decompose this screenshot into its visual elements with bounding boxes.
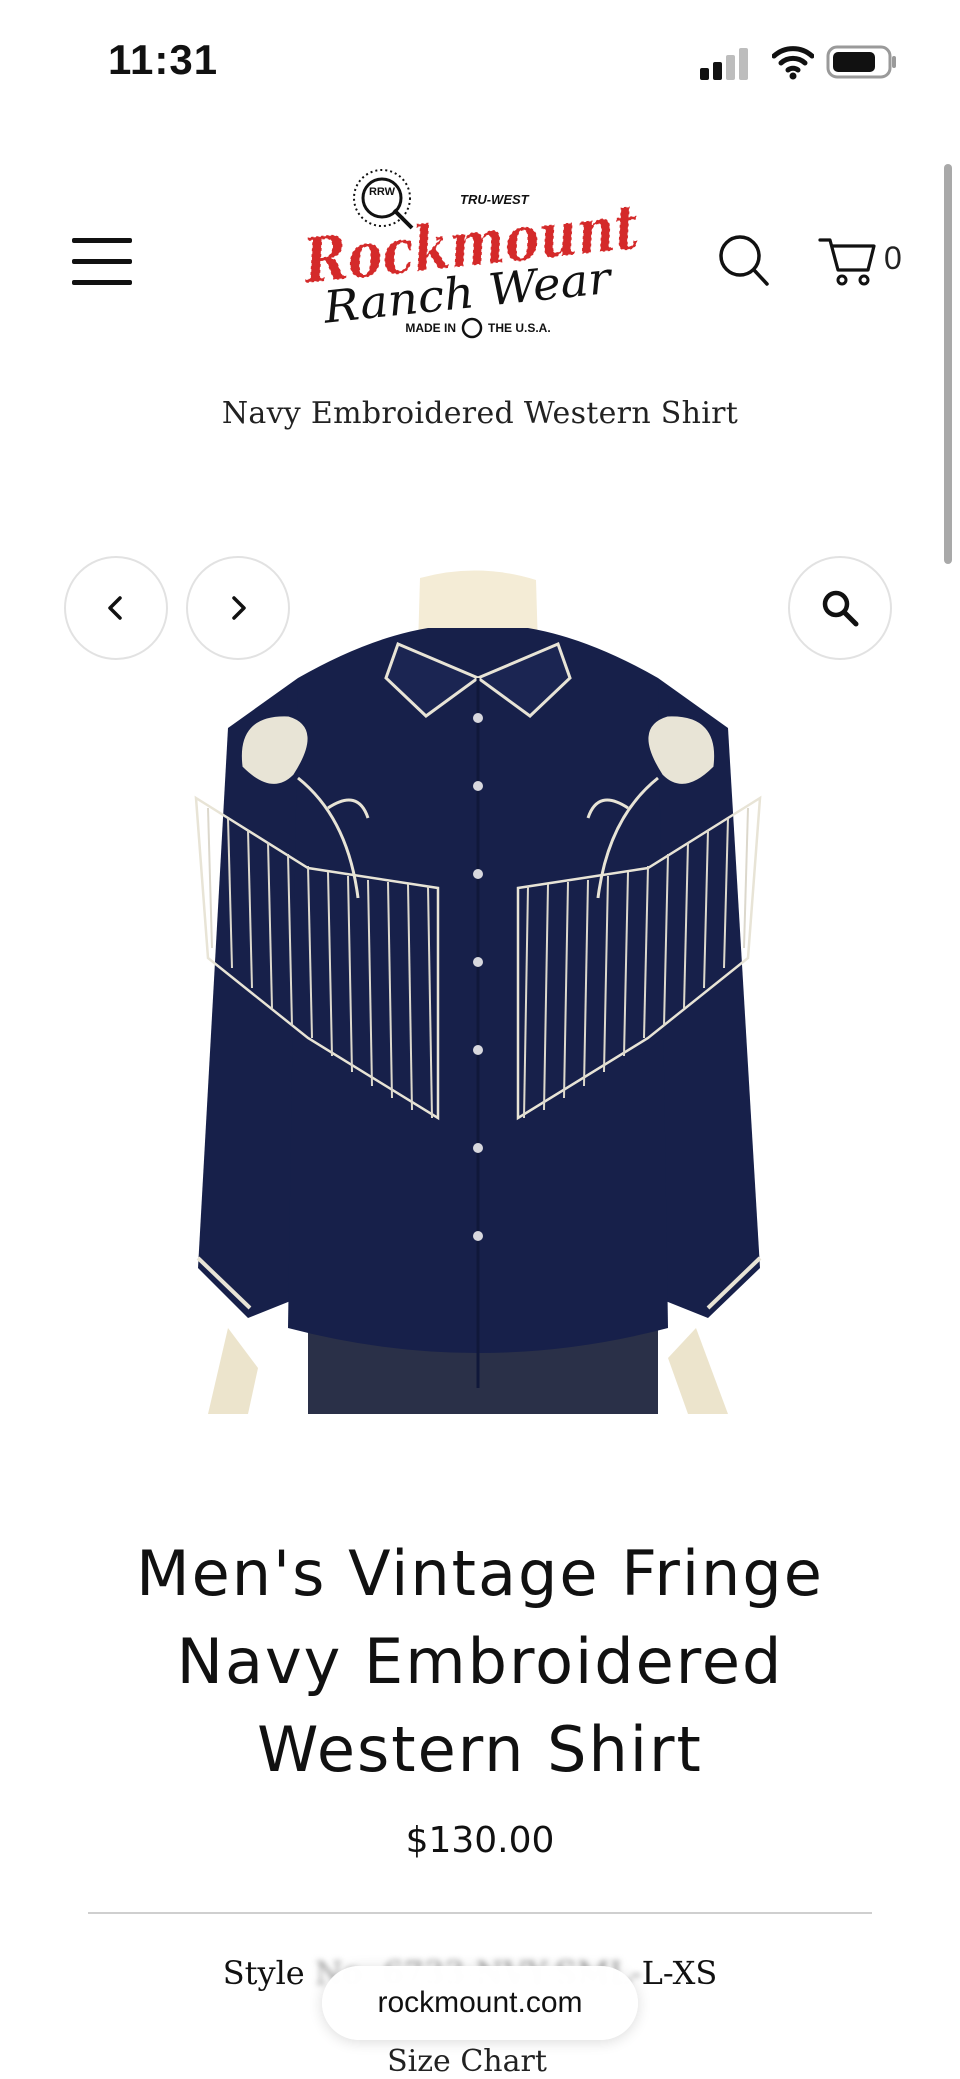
logo-spur xyxy=(461,317,483,339)
browser-url: rockmount.com xyxy=(377,1986,583,2019)
product-title-line: Navy Embroidered xyxy=(176,1625,784,1698)
product-title-line: Men's Vintage Fringe xyxy=(136,1537,824,1610)
product-price: $130.00 xyxy=(405,1820,555,1861)
style-label: Style xyxy=(222,1954,305,1992)
product-image[interactable] xyxy=(188,568,768,1414)
style-number-suffix: L-XS xyxy=(641,1954,718,1992)
cart-icon[interactable] xyxy=(818,232,878,288)
chevron-right-icon xyxy=(232,596,246,620)
product-title-line: Western Shirt xyxy=(257,1713,703,1786)
wifi-icon xyxy=(772,46,814,80)
menu-icon-bar xyxy=(72,280,132,285)
logo-monogram: RRW xyxy=(369,186,396,198)
chevron-left-icon xyxy=(108,596,122,620)
logo-made-in: MADE IN xyxy=(405,321,456,335)
previous-image-button[interactable] xyxy=(64,556,168,660)
menu-icon xyxy=(72,238,132,243)
status-time: 11:31 xyxy=(108,36,219,83)
menu-icon-bar xyxy=(72,259,132,264)
next-image-button[interactable] xyxy=(186,556,290,660)
scrollbar[interactable] xyxy=(944,164,952,564)
product-title: Men's Vintage Fringe Navy Embroidered We… xyxy=(90,1530,870,1794)
brand-logo[interactable]: RRW TRU-WEST Rockmount Ranch Wear MADE I… xyxy=(296,162,644,342)
browser-url-pill[interactable]: rockmount.com xyxy=(322,1966,638,2040)
size-chart-link[interactable]: Size Chart xyxy=(0,2044,934,2079)
menu-button[interactable] xyxy=(72,238,132,286)
breadcrumb: Navy Embroidered Western Shirt xyxy=(221,396,739,431)
search-icon[interactable] xyxy=(718,232,770,288)
divider xyxy=(88,1912,872,1914)
cart-count[interactable]: 0 xyxy=(884,240,902,277)
logo-usa: THE U.S.A. xyxy=(488,321,551,335)
signal-icon xyxy=(700,48,748,80)
zoom-icon xyxy=(822,590,859,627)
zoom-button[interactable] xyxy=(788,556,892,660)
battery-icon xyxy=(826,45,896,79)
